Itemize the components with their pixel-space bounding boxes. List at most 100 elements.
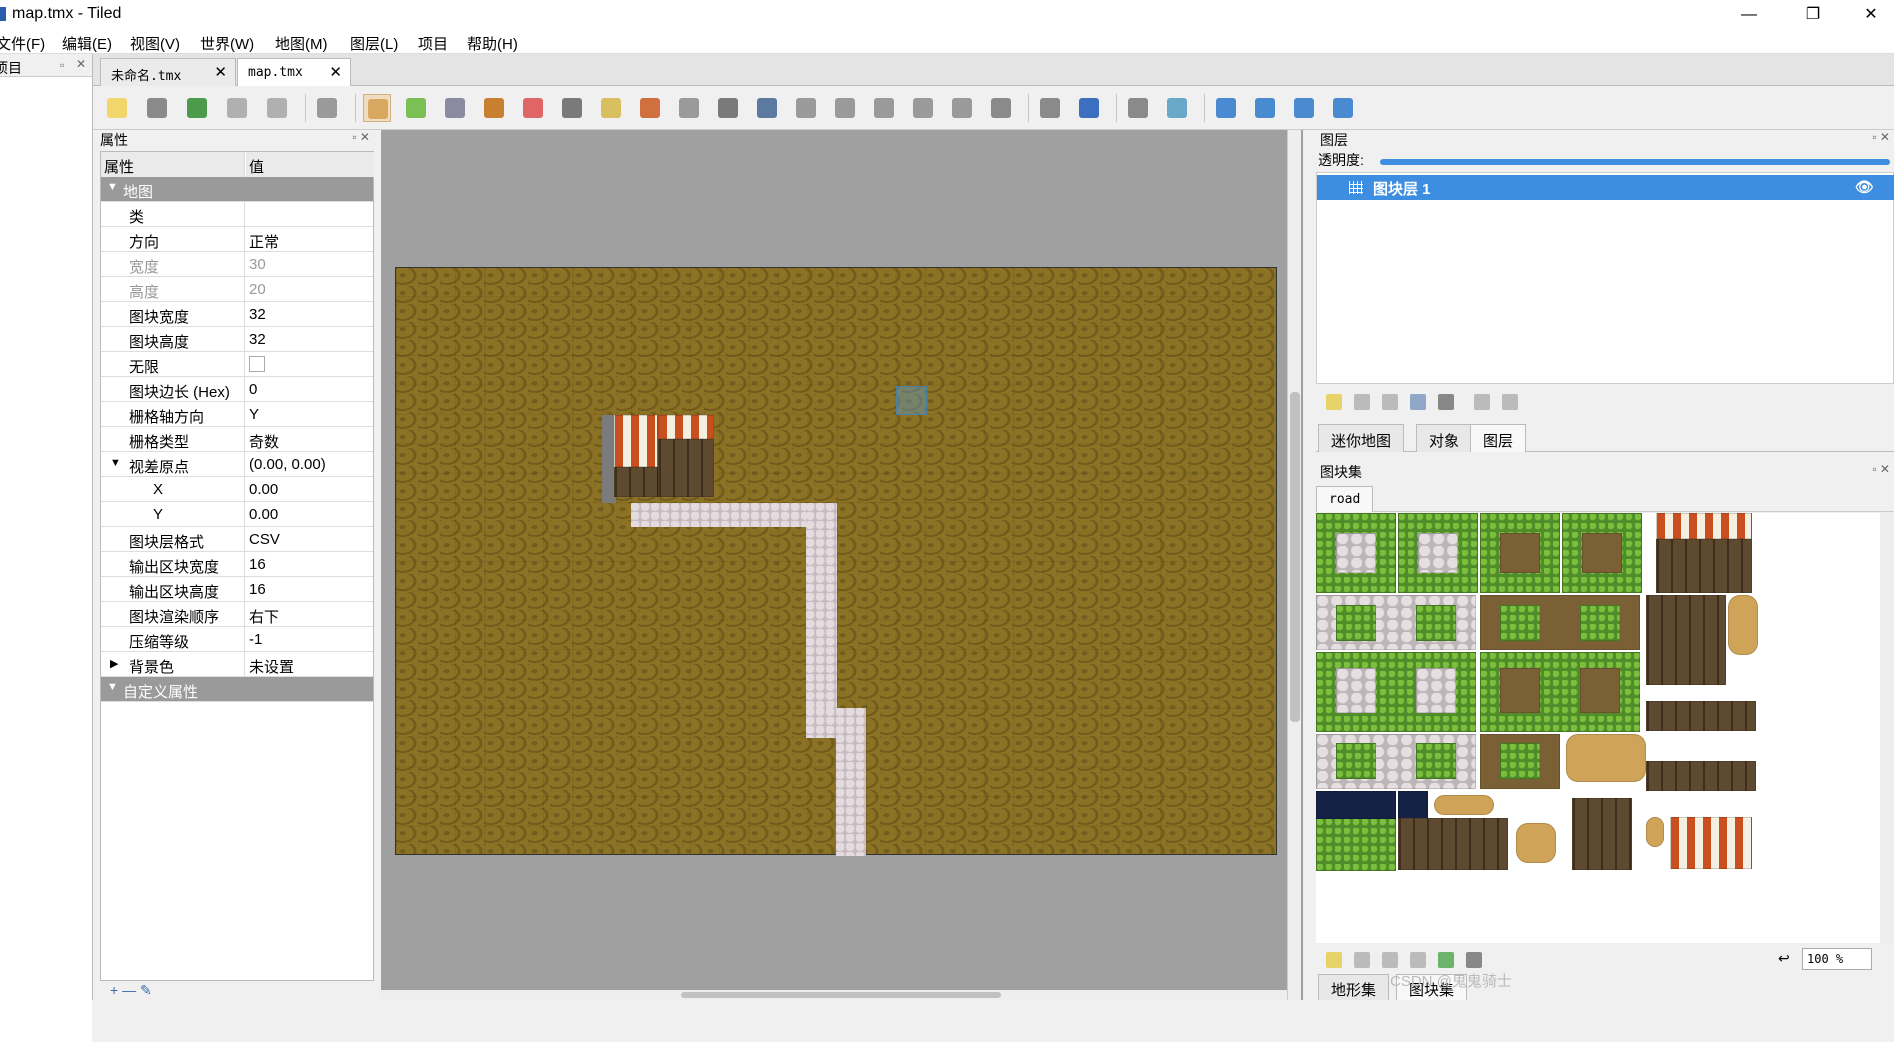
insert-ellipse-icon[interactable] (831, 94, 859, 122)
group-map[interactable]: ▼ 地图 (101, 177, 373, 202)
property-value[interactable]: 30 (246, 252, 374, 277)
wangfill-icon[interactable] (1163, 94, 1191, 122)
lock-icon[interactable] (1502, 394, 1518, 410)
property-value[interactable]: 20 (246, 277, 374, 302)
layer-list[interactable]: 图块层 1 👁 (1316, 172, 1894, 384)
raise-layer-icon[interactable] (1354, 394, 1370, 410)
tileset-tile-stone[interactable] (1416, 668, 1456, 713)
tileset-tile-wood[interactable] (1398, 818, 1508, 870)
tab-map[interactable]: map.tmx ✕ (237, 58, 351, 86)
minimize-button[interactable]: — (1726, 2, 1772, 28)
menu-project[interactable]: 项目 (418, 33, 448, 54)
command-icon[interactable] (313, 94, 341, 122)
group-custom[interactable]: ▼ 自定义属性 (101, 677, 373, 702)
tileset-tile-night[interactable] (1316, 791, 1396, 819)
rect-select-icon[interactable] (558, 94, 586, 122)
tileset-tile-wood[interactable] (1646, 701, 1756, 731)
insert-text-icon[interactable] (987, 94, 1015, 122)
tileset-tile-stone[interactable] (1336, 668, 1376, 713)
eraser-icon[interactable] (519, 94, 547, 122)
panel-buttons[interactable]: ▫ ✕ (352, 130, 370, 144)
save-icon[interactable] (183, 94, 211, 122)
zoom-reset-icon[interactable]: ↩ (1778, 950, 1790, 967)
tileset-tile-dirt[interactable] (1500, 533, 1540, 573)
tab-minimap[interactable]: 迷你地图 (1318, 424, 1405, 452)
property-value[interactable]: -1 (246, 627, 374, 652)
world-tool-icon[interactable] (1036, 94, 1064, 122)
property-row[interactable]: X 0.00 (101, 477, 373, 502)
infinite-checkbox[interactable] (249, 356, 265, 372)
duplicate-layer-icon[interactable] (1410, 394, 1426, 410)
tileset-tile-grass[interactable] (1336, 605, 1376, 641)
property-actions[interactable]: + — ✎ (100, 982, 374, 1000)
delete-layer-icon[interactable] (1438, 394, 1454, 410)
maximize-button[interactable]: ❐ (1790, 2, 1836, 28)
opacity-slider[interactable] (1380, 159, 1890, 165)
property-row[interactable]: 栅格类型 奇数 (101, 427, 373, 452)
menu-world[interactable]: 世界(W) (200, 33, 254, 54)
property-row[interactable]: 栅格轴方向 Y (101, 402, 373, 427)
flip-h-icon[interactable] (1212, 94, 1240, 122)
menu-file[interactable]: 文件(F) (0, 33, 45, 54)
tileset-tile-sack[interactable] (1434, 795, 1494, 815)
property-row[interactable]: 类 (101, 202, 373, 227)
property-row[interactable]: 压缩等级 -1 (101, 627, 373, 652)
embed-tileset-icon[interactable] (1354, 952, 1370, 968)
show-hide-icon[interactable] (1474, 394, 1490, 410)
map-canvas[interactable] (381, 130, 1303, 1000)
property-value[interactable]: 32 (246, 302, 374, 327)
magic-wand-icon[interactable] (597, 94, 625, 122)
tileset-scrollbar[interactable] (1880, 513, 1894, 943)
tab-objects[interactable]: 对象 (1416, 424, 1473, 452)
tileset-tile-grass[interactable] (1580, 605, 1620, 641)
shape-fill-icon[interactable] (480, 94, 508, 122)
flip-v-icon[interactable] (1251, 94, 1279, 122)
tileset-tile-stone[interactable] (1336, 533, 1376, 573)
property-row[interactable]: 图块渲染顺序 右下 (101, 602, 373, 627)
terrain-brush-icon[interactable] (402, 94, 430, 122)
property-row[interactable]: ▼ 视差原点 (0.00, 0.00) (101, 452, 373, 477)
tileset-tile-wood[interactable] (1646, 595, 1726, 685)
undo-icon[interactable] (223, 94, 251, 122)
tileset-tile-sack[interactable] (1646, 817, 1664, 847)
property-row[interactable]: 输出区块宽度 16 (101, 552, 373, 577)
open-icon[interactable] (143, 94, 171, 122)
property-value[interactable]: 16 (246, 577, 374, 602)
tileset-tile-dirt[interactable] (1580, 668, 1620, 713)
tileset-tile-wood[interactable] (1572, 798, 1632, 870)
property-row[interactable]: 输出区块高度 16 (101, 577, 373, 602)
tileset-tile-dirt[interactable] (1500, 668, 1540, 713)
tileset-tile-grass[interactable] (1416, 743, 1456, 779)
zoom-select[interactable]: 100 % (1802, 948, 1872, 970)
export-tileset-icon[interactable] (1382, 952, 1398, 968)
tileset-tile-wood[interactable] (1656, 539, 1752, 593)
tileset-tile-stone[interactable] (1418, 533, 1458, 573)
property-value[interactable]: 奇数 (246, 427, 374, 452)
close-button[interactable]: ✕ (1848, 2, 1894, 28)
move-icon[interactable] (1075, 94, 1103, 122)
property-row[interactable]: 无限 (101, 352, 373, 377)
property-value[interactable]: 0.00 (246, 502, 374, 527)
new-layer-icon[interactable] (1326, 394, 1342, 410)
tile-map[interactable] (395, 267, 1277, 856)
property-row[interactable]: 图块边长 (Hex) 0 (101, 377, 373, 402)
random-mode-icon[interactable] (1124, 94, 1152, 122)
scroll-thumb[interactable] (681, 992, 1001, 998)
tab-tileset-road[interactable]: road (1316, 486, 1374, 512)
insert-template-icon[interactable] (948, 94, 976, 122)
tileset-tile-night[interactable] (1398, 791, 1428, 819)
property-value[interactable] (246, 352, 374, 377)
menu-edit[interactable]: 编辑(E) (62, 33, 112, 54)
property-value[interactable]: 正常 (246, 227, 374, 252)
tileset-tile-sack[interactable] (1566, 734, 1646, 782)
new-map-icon[interactable] (103, 94, 131, 122)
rotate-right-icon[interactable] (1329, 94, 1357, 122)
tileset-tile-grass[interactable] (1500, 743, 1540, 779)
edit-polygons-icon[interactable] (714, 94, 742, 122)
tileset-tile-awning[interactable] (1670, 817, 1752, 869)
tileset-tile-sack[interactable] (1516, 823, 1556, 863)
property-row[interactable]: Y 0.00 (101, 502, 373, 527)
property-value[interactable]: 0 (246, 377, 374, 402)
bucket-fill-icon[interactable] (441, 94, 469, 122)
tileset-tile-awning[interactable] (1656, 513, 1752, 539)
